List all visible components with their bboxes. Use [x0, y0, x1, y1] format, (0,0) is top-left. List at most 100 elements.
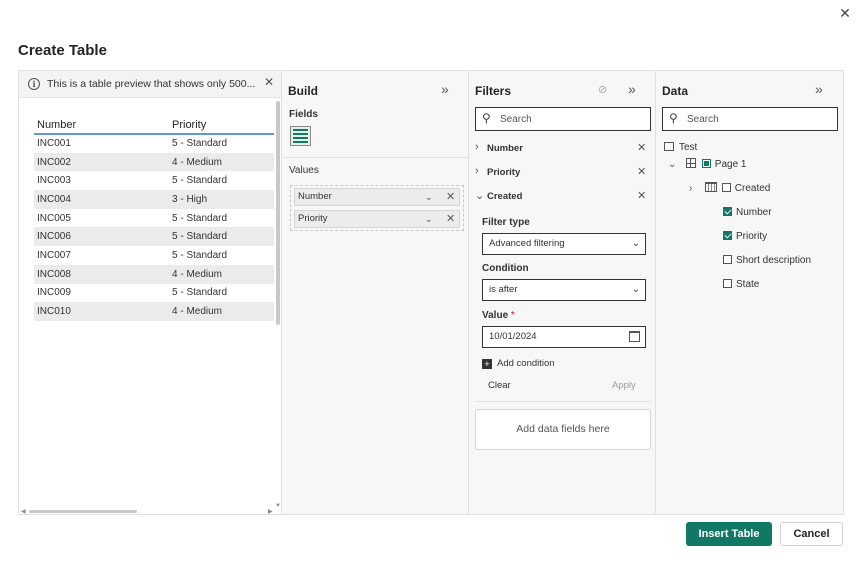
condition-label: Condition: [482, 263, 529, 274]
preview-table: Number Priority INC001 5 - Standard INC00…: [34, 117, 274, 321]
table-row: INC002 4 - Medium: [34, 152, 274, 172]
tree-item-number[interactable]: Number: [723, 206, 772, 220]
value-label-text: Value: [482, 310, 509, 321]
value-field-number[interactable]: Number ⌄ ✕: [294, 188, 460, 206]
filter-item-number[interactable]: › Number ✕: [475, 141, 651, 157]
chevron-down-icon[interactable]: ⌄: [668, 158, 678, 172]
add-data-fields-zone[interactable]: Add data fields here: [475, 409, 651, 450]
data-title: Data: [662, 84, 689, 98]
table-cell: INC004: [34, 190, 169, 209]
table-visual-icon[interactable]: [290, 126, 311, 146]
chevron-right-icon[interactable]: ›: [689, 182, 699, 196]
table-row: INC006 5 - Standard: [34, 227, 274, 247]
chevron-down-icon: ⌄: [631, 284, 640, 295]
data-search[interactable]: ⚲: [662, 107, 838, 131]
table-cell: INC009: [37, 287, 71, 299]
chevron-down-icon: ⌄: [631, 238, 640, 249]
remove-field-icon[interactable]: ✕: [446, 211, 455, 227]
date-table-icon: [704, 182, 717, 192]
cancel-button[interactable]: Cancel: [780, 522, 843, 546]
clear-button[interactable]: Clear: [488, 380, 511, 391]
chevron-down-icon[interactable]: ⌄: [425, 189, 433, 205]
divider: [283, 157, 468, 158]
chevron-right-icon[interactable]: ›: [475, 141, 479, 153]
remove-filter-icon[interactable]: ✕: [637, 189, 646, 202]
scroll-right-arrow-icon[interactable]: ▶: [268, 508, 273, 515]
chevron-down-icon[interactable]: ⌄: [425, 211, 433, 227]
required-mark: *: [510, 310, 515, 321]
filters-search-input[interactable]: [500, 112, 645, 126]
tree-item-short-description[interactable]: Short description: [723, 254, 811, 268]
field-checkbox[interactable]: [723, 255, 732, 264]
info-icon: i: [28, 78, 40, 90]
hide-filters-icon[interactable]: ⊘: [598, 83, 607, 96]
field-checkbox[interactable]: [721, 183, 731, 192]
add-condition-label: Add condition: [497, 358, 555, 369]
tree-item-label: State: [736, 279, 760, 290]
data-panel: Data » ⚲ Test ⌄ Page 1 › Created Number …: [657, 71, 843, 514]
table-row: INC004 3 - High: [34, 190, 274, 209]
value-label: Value *: [482, 310, 515, 321]
table-cell: INC010: [34, 302, 169, 321]
table-row: INC001 5 - Standard: [34, 134, 274, 153]
tree-item-priority[interactable]: Priority: [723, 230, 767, 244]
condition-dropdown[interactable]: is after ⌄: [482, 279, 646, 301]
remove-filter-icon[interactable]: ✕: [637, 141, 646, 154]
table-cell: 5 - Standard: [169, 227, 274, 247]
tree-item-label: Short description: [736, 255, 812, 266]
column-header[interactable]: Priority: [169, 117, 274, 135]
filters-search[interactable]: ⚲: [475, 107, 651, 131]
calendar-icon[interactable]: [629, 331, 640, 342]
close-info-icon[interactable]: ✕: [264, 75, 274, 89]
table-cell: INC006: [34, 227, 169, 247]
preview-info-text: This is a table preview that shows only …: [47, 78, 256, 90]
panels-container: i This is a table preview that shows onl…: [18, 70, 844, 515]
close-dialog-icon[interactable]: ✕: [836, 4, 854, 22]
search-icon: ⚲: [482, 111, 491, 125]
data-search-input[interactable]: [687, 112, 832, 126]
collapse-build-icon[interactable]: »: [441, 81, 449, 97]
field-checkbox[interactable]: [723, 279, 732, 288]
table-cell: 4 - Medium: [169, 264, 274, 284]
collapse-filters-icon[interactable]: »: [628, 81, 636, 97]
plus-icon: +: [482, 359, 492, 369]
preview-info-bar: i This is a table preview that shows onl…: [19, 71, 281, 98]
apply-button[interactable]: Apply: [612, 380, 636, 391]
value-date-text: 10/01/2024: [489, 331, 537, 342]
tree-item-label: Test: [679, 142, 698, 153]
collapse-data-icon[interactable]: »: [815, 81, 823, 97]
chevron-right-icon[interactable]: ›: [475, 165, 479, 177]
filter-item-priority[interactable]: › Priority ✕: [475, 165, 651, 181]
tree-item-label: Page 1: [714, 159, 747, 170]
table-cell: 3 - High: [169, 190, 274, 209]
table-icon: [685, 158, 696, 168]
values-drop-zone[interactable]: Number ⌄ ✕ Priority ⌄ ✕: [290, 185, 464, 231]
remove-field-icon[interactable]: ✕: [446, 189, 455, 205]
filter-type-dropdown[interactable]: Advanced filtering ⌄: [482, 233, 646, 255]
horizontal-scrollbar[interactable]: [29, 510, 137, 513]
chevron-down-icon[interactable]: ⌄: [475, 189, 484, 202]
insert-table-button[interactable]: Insert Table: [686, 522, 772, 546]
page-checkbox[interactable]: [701, 159, 711, 168]
tree-item-created[interactable]: › Created: [689, 182, 770, 196]
tree-item-label: Priority: [736, 231, 768, 242]
value-date-input[interactable]: 10/01/2024: [482, 326, 646, 348]
column-header[interactable]: Number: [34, 117, 169, 135]
filter-item-created[interactable]: ⌄ Created ✕: [475, 189, 651, 205]
scroll-left-arrow-icon[interactable]: ◀: [21, 508, 26, 515]
value-field-priority[interactable]: Priority ⌄ ✕: [294, 210, 460, 228]
tree-item-test[interactable]: Test: [664, 141, 697, 155]
table-preview-panel: i This is a table preview that shows onl…: [19, 71, 282, 515]
remove-filter-icon[interactable]: ✕: [637, 165, 646, 178]
vertical-scrollbar[interactable]: [276, 101, 280, 325]
dialog-title: Create Table: [18, 42, 107, 59]
add-condition-button[interactable]: + Add condition: [482, 358, 555, 369]
filter-item-label: Number: [487, 143, 523, 154]
field-checkbox[interactable]: [723, 207, 732, 216]
field-checkbox[interactable]: [723, 231, 732, 240]
table-cell: 5 - Standard: [172, 138, 228, 150]
tree-item-state[interactable]: State: [723, 278, 759, 292]
table-row: INC008 4 - Medium: [34, 264, 274, 284]
scroll-down-arrow-icon[interactable]: ▼: [275, 503, 281, 509]
tree-item-page[interactable]: ⌄ Page 1: [668, 158, 746, 172]
